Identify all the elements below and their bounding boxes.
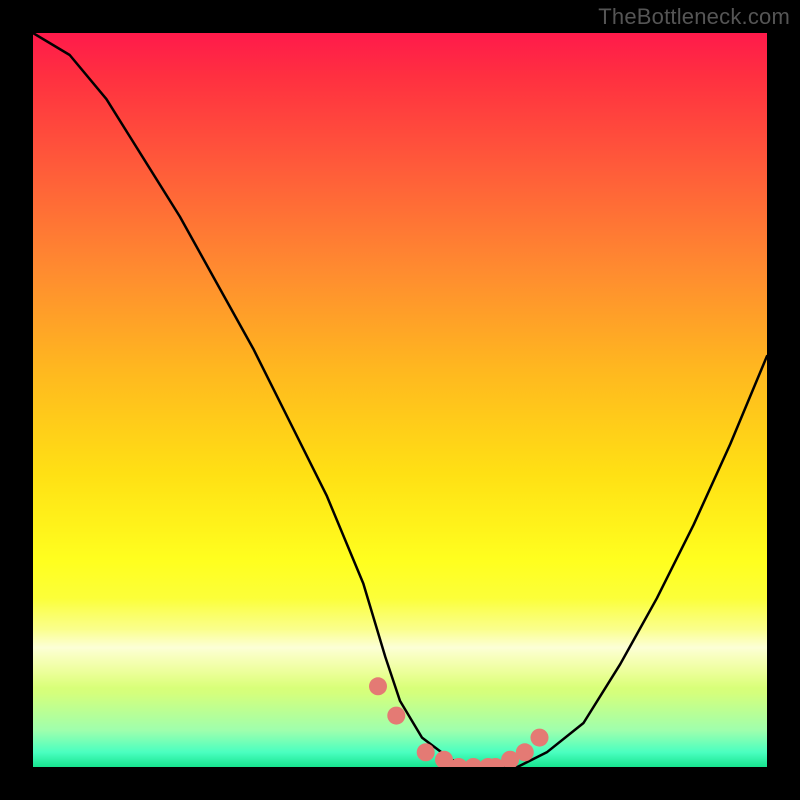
curve-layer (33, 33, 767, 767)
highlight-point (369, 677, 387, 695)
plot-area (33, 33, 767, 767)
attribution-label: TheBottleneck.com (598, 4, 790, 30)
highlight-point (387, 707, 405, 725)
highlight-point (531, 729, 549, 747)
bottleneck-curve (33, 33, 767, 767)
chart-root: TheBottleneck.com (0, 0, 800, 800)
highlight-point (516, 743, 534, 761)
highlight-point (417, 743, 435, 761)
